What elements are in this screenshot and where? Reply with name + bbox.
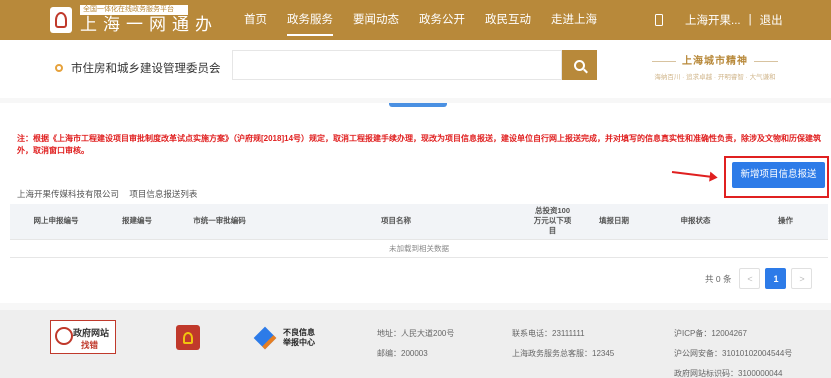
col-unified-code: 市统一审批编码 (172, 204, 267, 240)
department-selector[interactable]: 市住房和城乡建设管理委员会 (55, 60, 221, 76)
logo-emblem-icon (50, 7, 72, 33)
breadcrumb: 上海开果传媒科技有限公司 项目信息报送列表 (17, 188, 205, 200)
nav-home[interactable]: 首页 (234, 0, 277, 40)
table-row: 未加载到相关数据 (10, 239, 828, 258)
footer-icp[interactable]: 沪ICP备：12004267 (674, 329, 792, 339)
logo-subtitle: 全国一体化在线政务服务平台 (80, 5, 188, 15)
report-error-title: 政府网站 (73, 328, 110, 338)
magnifier-icon (55, 327, 73, 345)
search-icon (574, 59, 585, 71)
col-under-1m: 总投资100万元以下项目 (525, 204, 580, 240)
nav-interaction[interactable]: 政民互动 (475, 0, 541, 40)
footer: 政府网站 找错 不良信息 举报中心 地址：人民大道200号 邮编：200003 … (0, 310, 831, 378)
project-table: 网上申报编号 报建编号 市统一审批编码 项目名称 总投资100万元以下项目 填报… (10, 204, 828, 258)
total-count: 共 0 条 (705, 273, 732, 284)
table-header-row: 网上申报编号 报建编号 市统一审批编码 项目名称 总投资100万元以下项目 填报… (10, 204, 828, 240)
footer-phone: 联系电话：23111111 (512, 329, 585, 338)
city-spirit-subtitle: 海纳百川 · 追求卓越 · 开明睿智 · 大气谦和 (654, 74, 776, 81)
col-online-number: 网上申报编号 (10, 204, 102, 240)
report-center-line1: 不良信息 (283, 328, 315, 337)
footer-address: 地址：人民大道200号 (377, 329, 455, 338)
site-logo[interactable]: 全国一体化在线政务服务平台 上海一网通办 (50, 5, 218, 35)
footer-service: 上海政务服务总客服：12345 (512, 349, 615, 358)
logo-title: 上海一网通办 (80, 15, 218, 35)
breadcrumb-company[interactable]: 上海开果传媒科技有限公司 (17, 189, 119, 199)
user-name-link[interactable]: 上海开果... (685, 12, 741, 28)
city-spirit-banner: 上海城市精神 海纳百川 · 追求卓越 · 开明睿智 · 大气谦和 (635, 52, 795, 81)
user-area: 上海开果... | 退出 (655, 0, 783, 40)
search-input[interactable] (232, 50, 562, 80)
search-band: 市住房和城乡建设管理委员会 上海城市精神 海纳百川 · 追求卓越 · 开明睿智 … (0, 40, 831, 98)
search-button[interactable] (562, 50, 597, 80)
footer-police-record[interactable]: 沪公网安备：31010102004544号 (674, 349, 792, 359)
city-spirit-title: 上海城市精神 (635, 52, 795, 67)
next-page-button[interactable]: > (791, 268, 813, 289)
empty-message: 未加载到相关数据 (10, 239, 828, 258)
footer-address-col: 地址：人民大道200号 邮编：200003 (377, 329, 454, 369)
col-actions: 操作 (743, 204, 828, 240)
bad-info-report-badge[interactable]: 不良信息 举报中心 (253, 326, 315, 350)
report-center-icon (253, 326, 277, 350)
footer-site-id: 政府网站标识码：3100000044 (674, 369, 783, 378)
tab-indicator (389, 103, 447, 107)
footer-contact-col: 联系电话：23111111 上海政务服务总客服：12345 (512, 329, 614, 369)
notice-text: 注：根据《上海市工程建设项目审批制度改革试点实施方案》（沪府规[2018]14号… (17, 134, 822, 155)
footer-registry-col: 沪ICP备：12004267 沪公网安备：31010102004544号 政府网… (674, 329, 792, 378)
col-fill-date: 填报日期 (580, 204, 648, 240)
page-1-button[interactable]: 1 (765, 268, 787, 289)
logout-link[interactable]: 退出 (760, 12, 783, 28)
separator: | (748, 14, 752, 26)
pagination: 共 0 条 < 1 > (705, 268, 817, 289)
red-arrow-annotation (671, 171, 716, 179)
col-status: 申报状态 (648, 204, 743, 240)
main-nav: 首页 政务服务 要闻动态 政务公开 政民互动 走进上海 (234, 0, 607, 40)
nav-public-affairs[interactable]: 政务公开 (409, 0, 475, 40)
breadcrumb-current: 项目信息报送列表 (129, 189, 198, 199)
nav-about-shanghai[interactable]: 走进上海 (541, 0, 607, 40)
police-emblem-icon[interactable] (176, 325, 200, 350)
add-project-info-button[interactable]: 新增项目信息报送 (732, 162, 825, 188)
report-center-line2: 举报中心 (283, 338, 315, 347)
top-navbar: 全国一体化在线政务服务平台 上海一网通办 首页 政务服务 要闻动态 政务公开 政… (0, 0, 831, 40)
mobile-icon[interactable] (655, 14, 663, 26)
col-project-name: 项目名称 (267, 204, 525, 240)
nav-news[interactable]: 要闻动态 (343, 0, 409, 40)
col-report-number: 报建编号 (102, 204, 172, 240)
footer-postcode: 邮编：200003 (377, 349, 428, 358)
project-list-panel: 注：根据《上海市工程建设项目审批制度改革试点实施方案》（沪府规[2018]14号… (0, 103, 831, 303)
report-error-badge[interactable]: 政府网站 找错 (50, 320, 116, 354)
department-label: 市住房和城乡建设管理委员会 (71, 63, 221, 75)
location-pin-icon (55, 64, 63, 72)
report-error-sub: 找错 (81, 340, 99, 350)
prev-page-button[interactable]: < (739, 268, 761, 289)
nav-government-services[interactable]: 政务服务 (277, 0, 343, 40)
